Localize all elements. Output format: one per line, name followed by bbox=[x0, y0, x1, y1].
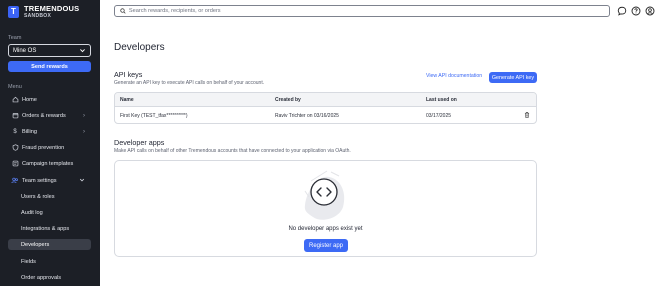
team-label: Team bbox=[8, 35, 22, 41]
team-select-value: Mine OS bbox=[13, 47, 37, 54]
nav-subitem-developers[interactable]: Developers bbox=[8, 239, 91, 250]
page-title: Developers bbox=[114, 42, 165, 53]
brand-logo-icon: T bbox=[8, 5, 19, 18]
table-row: First Key (TEST_tfax**********) Raviv Tr… bbox=[115, 107, 536, 123]
trash-icon[interactable] bbox=[524, 111, 530, 120]
api-keys-heading: API keys bbox=[114, 70, 143, 79]
brand-name: TREMENDOUS bbox=[24, 4, 80, 13]
column-header-name: Name bbox=[120, 96, 134, 103]
nav-subitem-order-approvals[interactable]: Order approvals bbox=[8, 272, 91, 283]
chevron-down-icon bbox=[80, 49, 85, 53]
users-icon bbox=[11, 177, 19, 184]
brand[interactable]: T TREMENDOUS SANDBOX bbox=[8, 5, 79, 19]
nav-item-orders-rewards[interactable]: Orders & rewards › bbox=[8, 110, 91, 121]
cell-last-used: 03/17/2025 bbox=[426, 112, 452, 119]
nav-subitem-label: Developers bbox=[21, 241, 50, 248]
nav-item-home[interactable]: Home bbox=[8, 94, 91, 105]
nav-subitem-integrations-apps[interactable]: Integrations & apps bbox=[8, 223, 91, 234]
orders-icon bbox=[11, 112, 19, 119]
search-bar[interactable] bbox=[114, 5, 610, 17]
developer-apps-description: Make API calls on behalf of other Tremen… bbox=[114, 148, 351, 154]
generate-api-key-button[interactable]: Generate API key bbox=[489, 72, 537, 83]
account-icon[interactable] bbox=[644, 5, 655, 16]
chat-icon[interactable] bbox=[616, 5, 627, 16]
search-icon bbox=[120, 8, 126, 14]
shield-icon bbox=[11, 144, 19, 151]
code-illustration-icon bbox=[304, 170, 345, 220]
nav-subitem-audit-log[interactable]: Audit log bbox=[8, 207, 91, 218]
nav-subitem-label: Users & roles bbox=[21, 193, 55, 200]
nav-item-label: Orders & rewards bbox=[22, 112, 66, 119]
nav-item-team-settings[interactable]: Team settings bbox=[8, 175, 91, 186]
help-icon[interactable] bbox=[630, 5, 641, 16]
nav-subitem-label: Integrations & apps bbox=[21, 225, 70, 232]
nav-item-label: Billing bbox=[22, 128, 37, 135]
cell-created-by: Raviv Trichter on 03/16/2025 bbox=[275, 112, 339, 119]
chevron-right-icon: › bbox=[83, 112, 85, 119]
api-keys-description: Generate an API key to execute API calls… bbox=[114, 80, 265, 86]
team-select[interactable]: Mine OS bbox=[8, 44, 91, 57]
nav-subitem-label: Order approvals bbox=[21, 274, 62, 281]
nav-item-label: Team settings bbox=[22, 177, 57, 184]
chevron-right-icon: › bbox=[83, 128, 85, 135]
column-header-last-used: Last used on bbox=[426, 96, 457, 103]
home-icon bbox=[11, 96, 19, 103]
empty-state-text: No developer apps exist yet bbox=[288, 226, 363, 232]
developer-apps-empty-state: No developer apps exist yet Register app bbox=[114, 160, 537, 257]
nav-item-fraud-prevention[interactable]: Fraud prevention bbox=[8, 142, 91, 153]
template-icon bbox=[11, 160, 19, 167]
chevron-down-icon bbox=[79, 177, 85, 185]
column-header-created-by: Created by bbox=[275, 96, 301, 103]
menu-label: Menu bbox=[8, 84, 22, 90]
top-bar bbox=[100, 0, 670, 22]
api-keys-table: Name Created by Last used on First Key (… bbox=[114, 92, 537, 124]
developer-apps-heading: Developer apps bbox=[114, 138, 165, 147]
nav-subitem-label: Fields bbox=[21, 258, 36, 265]
search-input[interactable] bbox=[128, 8, 609, 14]
nav-item-label: Fraud prevention bbox=[22, 144, 65, 151]
nav-item-billing[interactable]: $ Billing › bbox=[8, 126, 91, 137]
brand-environment: SANDBOX bbox=[24, 12, 52, 19]
send-rewards-button[interactable]: Send rewards bbox=[8, 61, 91, 72]
dollar-icon: $ bbox=[13, 128, 17, 135]
nav-subitem-label: Audit log bbox=[21, 209, 43, 216]
sidebar: T TREMENDOUS SANDBOX Team Mine OS Send r… bbox=[0, 0, 100, 286]
nav-subitem-fields[interactable]: Fields bbox=[8, 256, 91, 267]
nav-item-campaign-templates[interactable]: Campaign templates bbox=[8, 158, 91, 169]
nav-item-label: Home bbox=[22, 96, 37, 103]
nav-subitem-users-roles[interactable]: Users & roles bbox=[8, 191, 91, 202]
main-content: Developers API keys Generate an API key … bbox=[100, 22, 670, 286]
nav-item-label: Campaign templates bbox=[22, 160, 74, 167]
table-header: Name Created by Last used on bbox=[115, 93, 536, 107]
cell-key-name: First Key (TEST_tfax**********) bbox=[120, 112, 188, 119]
register-app-button[interactable]: Register app bbox=[304, 239, 348, 252]
api-documentation-link[interactable]: View API documentation bbox=[426, 73, 482, 79]
